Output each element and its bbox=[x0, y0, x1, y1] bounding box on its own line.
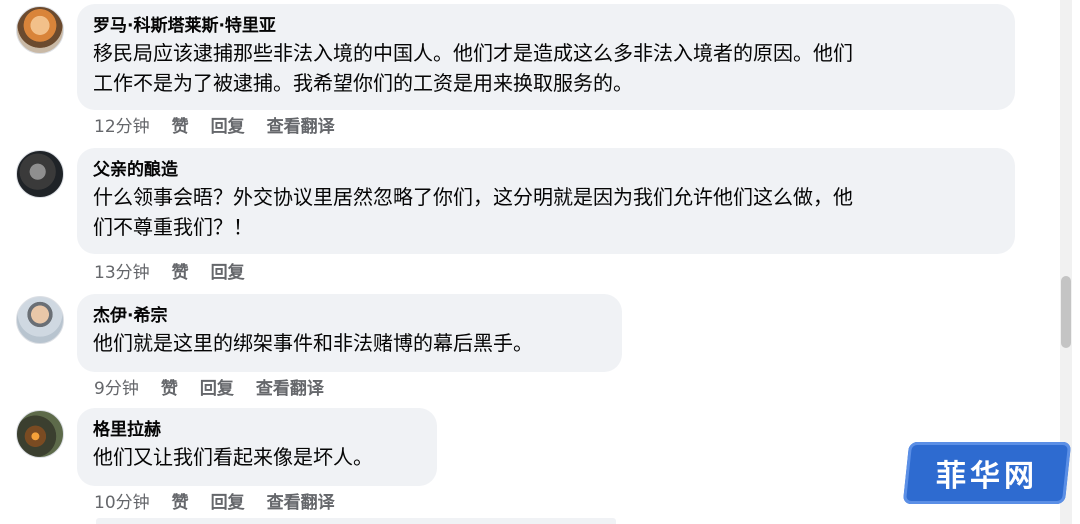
comment-text: 他们就是这里的绑架事件和非法赌博的幕后黑手。 bbox=[93, 331, 533, 355]
comment-text: 什么领事会晤？外交协议里居然忽略了你们，这分明就是因为我们允许他们这么做，他 们… bbox=[93, 185, 853, 239]
watermark-text: 菲华网 bbox=[936, 459, 1038, 494]
comment-text: 移民局应该逮捕那些非法入境的中国人。他们才是造成这么多非法入境者的原因。他们 工… bbox=[93, 41, 853, 95]
avatar[interactable] bbox=[16, 410, 64, 458]
comment-author[interactable]: 父亲的酿造 bbox=[93, 158, 1001, 182]
comment-timestamp[interactable]: 13分钟 bbox=[94, 262, 150, 284]
comment-timestamp[interactable]: 9分钟 bbox=[94, 378, 139, 400]
comment-feed: 罗马·科斯塔莱斯·特里亚 移民局应该逮捕那些非法入境的中国人。他们才是造成这么多… bbox=[0, 0, 1060, 524]
see-translation-button[interactable]: 查看翻译 bbox=[267, 492, 335, 514]
comment-bubble: 杰伊·希宗 他们就是这里的绑架事件和非法赌博的幕后黑手。 bbox=[77, 294, 622, 372]
reply-button[interactable]: 回复 bbox=[211, 116, 245, 138]
comment-actions: 13分钟 赞 回复 bbox=[94, 262, 245, 284]
see-translation-button[interactable]: 查看翻译 bbox=[256, 378, 324, 400]
comment-text: 他们又让我们看起来像是坏人。 bbox=[93, 445, 373, 469]
like-button[interactable]: 赞 bbox=[172, 492, 189, 514]
comment-timestamp[interactable]: 10分钟 bbox=[94, 492, 150, 514]
comment-author[interactable]: 杰伊·希宗 bbox=[93, 304, 608, 328]
reply-button[interactable]: 回复 bbox=[200, 378, 234, 400]
comment-author[interactable]: 罗马·科斯塔莱斯·特里亚 bbox=[93, 14, 1001, 38]
comment-bubble: 罗马·科斯塔莱斯·特里亚 移民局应该逮捕那些非法入境的中国人。他们才是造成这么多… bbox=[77, 4, 1015, 110]
avatar[interactable] bbox=[16, 150, 64, 198]
comment-timestamp[interactable]: 12分钟 bbox=[94, 116, 150, 138]
reply-button[interactable]: 回复 bbox=[211, 262, 245, 284]
comment-author[interactable]: 格里拉赫 bbox=[93, 418, 423, 442]
comment-actions: 9分钟 赞 回复 查看翻译 bbox=[94, 378, 324, 400]
next-comment-edge bbox=[96, 518, 616, 524]
scrollbar-thumb[interactable] bbox=[1061, 276, 1071, 348]
like-button[interactable]: 赞 bbox=[172, 262, 189, 284]
like-button[interactable]: 赞 bbox=[172, 116, 189, 138]
reply-button[interactable]: 回复 bbox=[211, 492, 245, 514]
comment-bubble: 父亲的酿造 什么领事会晤？外交协议里居然忽略了你们，这分明就是因为我们允许他们这… bbox=[77, 148, 1015, 254]
avatar[interactable] bbox=[16, 296, 64, 344]
comment-actions: 12分钟 赞 回复 查看翻译 bbox=[94, 116, 335, 138]
watermark-logo: 菲华网 bbox=[902, 442, 1072, 504]
comment-actions: 10分钟 赞 回复 查看翻译 bbox=[94, 492, 335, 514]
comment-bubble: 格里拉赫 他们又让我们看起来像是坏人。 bbox=[77, 408, 437, 486]
see-translation-button[interactable]: 查看翻译 bbox=[267, 116, 335, 138]
avatar[interactable] bbox=[16, 6, 64, 54]
like-button[interactable]: 赞 bbox=[161, 378, 178, 400]
